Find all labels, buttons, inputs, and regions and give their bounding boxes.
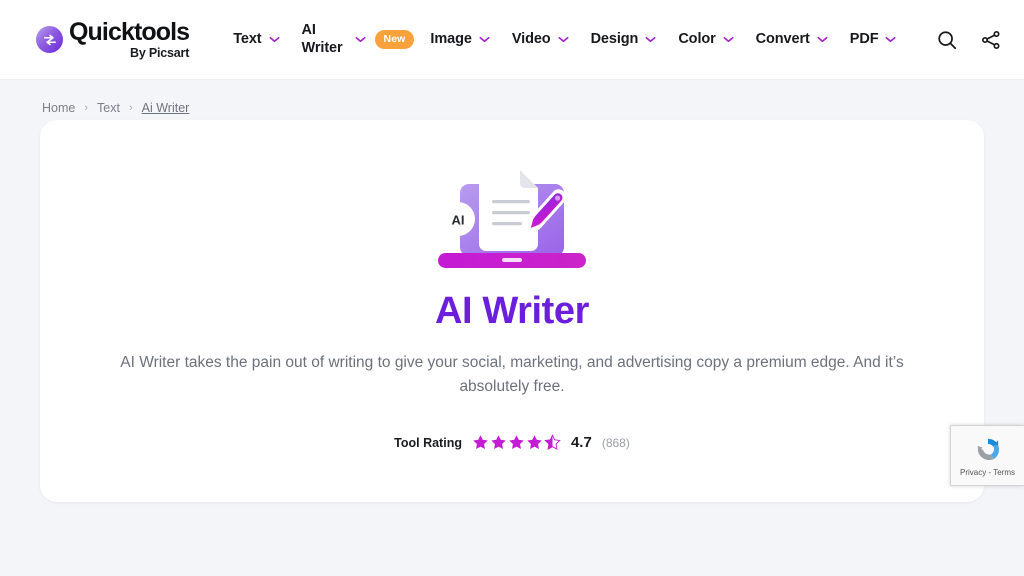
nav-item-convert[interactable]: Convert (756, 31, 828, 49)
breadcrumb-item-text[interactable]: Text (97, 101, 120, 115)
breadcrumb: Home › Text › Ai Writer (0, 80, 1024, 120)
recaptcha-icon (977, 438, 999, 460)
chevron-down-icon (885, 36, 896, 43)
rating-label: Tool Rating (394, 435, 462, 450)
site-header: Quicktools By Picsart Text AI Writer New… (0, 0, 1024, 80)
page-title: AI Writer (434, 290, 590, 332)
share-icon[interactable] (980, 29, 1002, 51)
logo[interactable]: Quicktools By Picsart (36, 18, 190, 60)
page-description: AI Writer takes the pain out of writing … (120, 354, 904, 396)
nav-label: Image (430, 30, 472, 47)
chevron-down-icon (479, 36, 490, 43)
nav-label: Text (233, 30, 262, 47)
chevron-down-icon (558, 36, 569, 43)
star-icon (491, 435, 506, 450)
search-icon[interactable] (936, 29, 958, 51)
star-icon (527, 435, 542, 450)
nav-item-text[interactable]: Text (233, 30, 280, 49)
star-icon (509, 435, 524, 450)
chevron-down-icon (269, 36, 280, 43)
breadcrumb-item-ai-writer[interactable]: Ai Writer (142, 101, 190, 115)
nav-item-ai-writer[interactable]: AI Writer (302, 22, 366, 57)
chevron-down-icon (355, 36, 366, 43)
chevron-down-icon (723, 36, 734, 43)
rating-stars (472, 434, 561, 451)
nav-item-design[interactable]: Design (591, 31, 657, 49)
breadcrumb-item-home[interactable]: Home (42, 101, 75, 115)
logo-text: Quicktools By Picsart (69, 18, 190, 60)
main-nav: Text AI Writer New Image Video Design Co… (233, 22, 936, 57)
nav-label: Convert (755, 30, 810, 47)
tool-hero-card: AI AI Writer AI Writer takes the pain ou… (40, 120, 984, 502)
ai-writer-illustration: AI (432, 164, 592, 274)
svg-text:AI: AI (452, 213, 465, 228)
nav-label: Design (590, 30, 639, 47)
rating-score: 4.7 (570, 434, 592, 452)
nav-item-color[interactable]: Color (678, 30, 734, 49)
logo-title: Quicktools (69, 18, 190, 46)
nav-label: AI Writer (301, 21, 343, 56)
nav-item-video[interactable]: Video (512, 31, 569, 49)
recaptcha-text: Privacy - Terms (960, 467, 1015, 477)
chevron-down-icon (645, 36, 656, 43)
star-half-icon (544, 434, 561, 451)
rating-count: (868) (601, 435, 630, 450)
breadcrumb-separator: › (84, 102, 89, 114)
logo-subtitle: By Picsart (130, 45, 190, 60)
tool-rating: Tool Rating 4.7 (868) (394, 434, 630, 451)
nav-item-image[interactable]: Image (430, 30, 490, 49)
breadcrumb-separator: › (128, 102, 133, 114)
recaptcha-badge[interactable]: Privacy - Terms (950, 425, 1024, 486)
chevron-down-icon (817, 36, 828, 43)
star-icon (473, 435, 488, 450)
nav-label: Video (511, 30, 551, 47)
nav-item-pdf[interactable]: PDF (850, 31, 897, 49)
new-badge: New (374, 30, 415, 49)
header-actions (936, 29, 1002, 51)
nav-label: PDF (849, 30, 879, 47)
nav-label: Color (678, 30, 716, 47)
quicktools-logo-icon (36, 26, 63, 53)
